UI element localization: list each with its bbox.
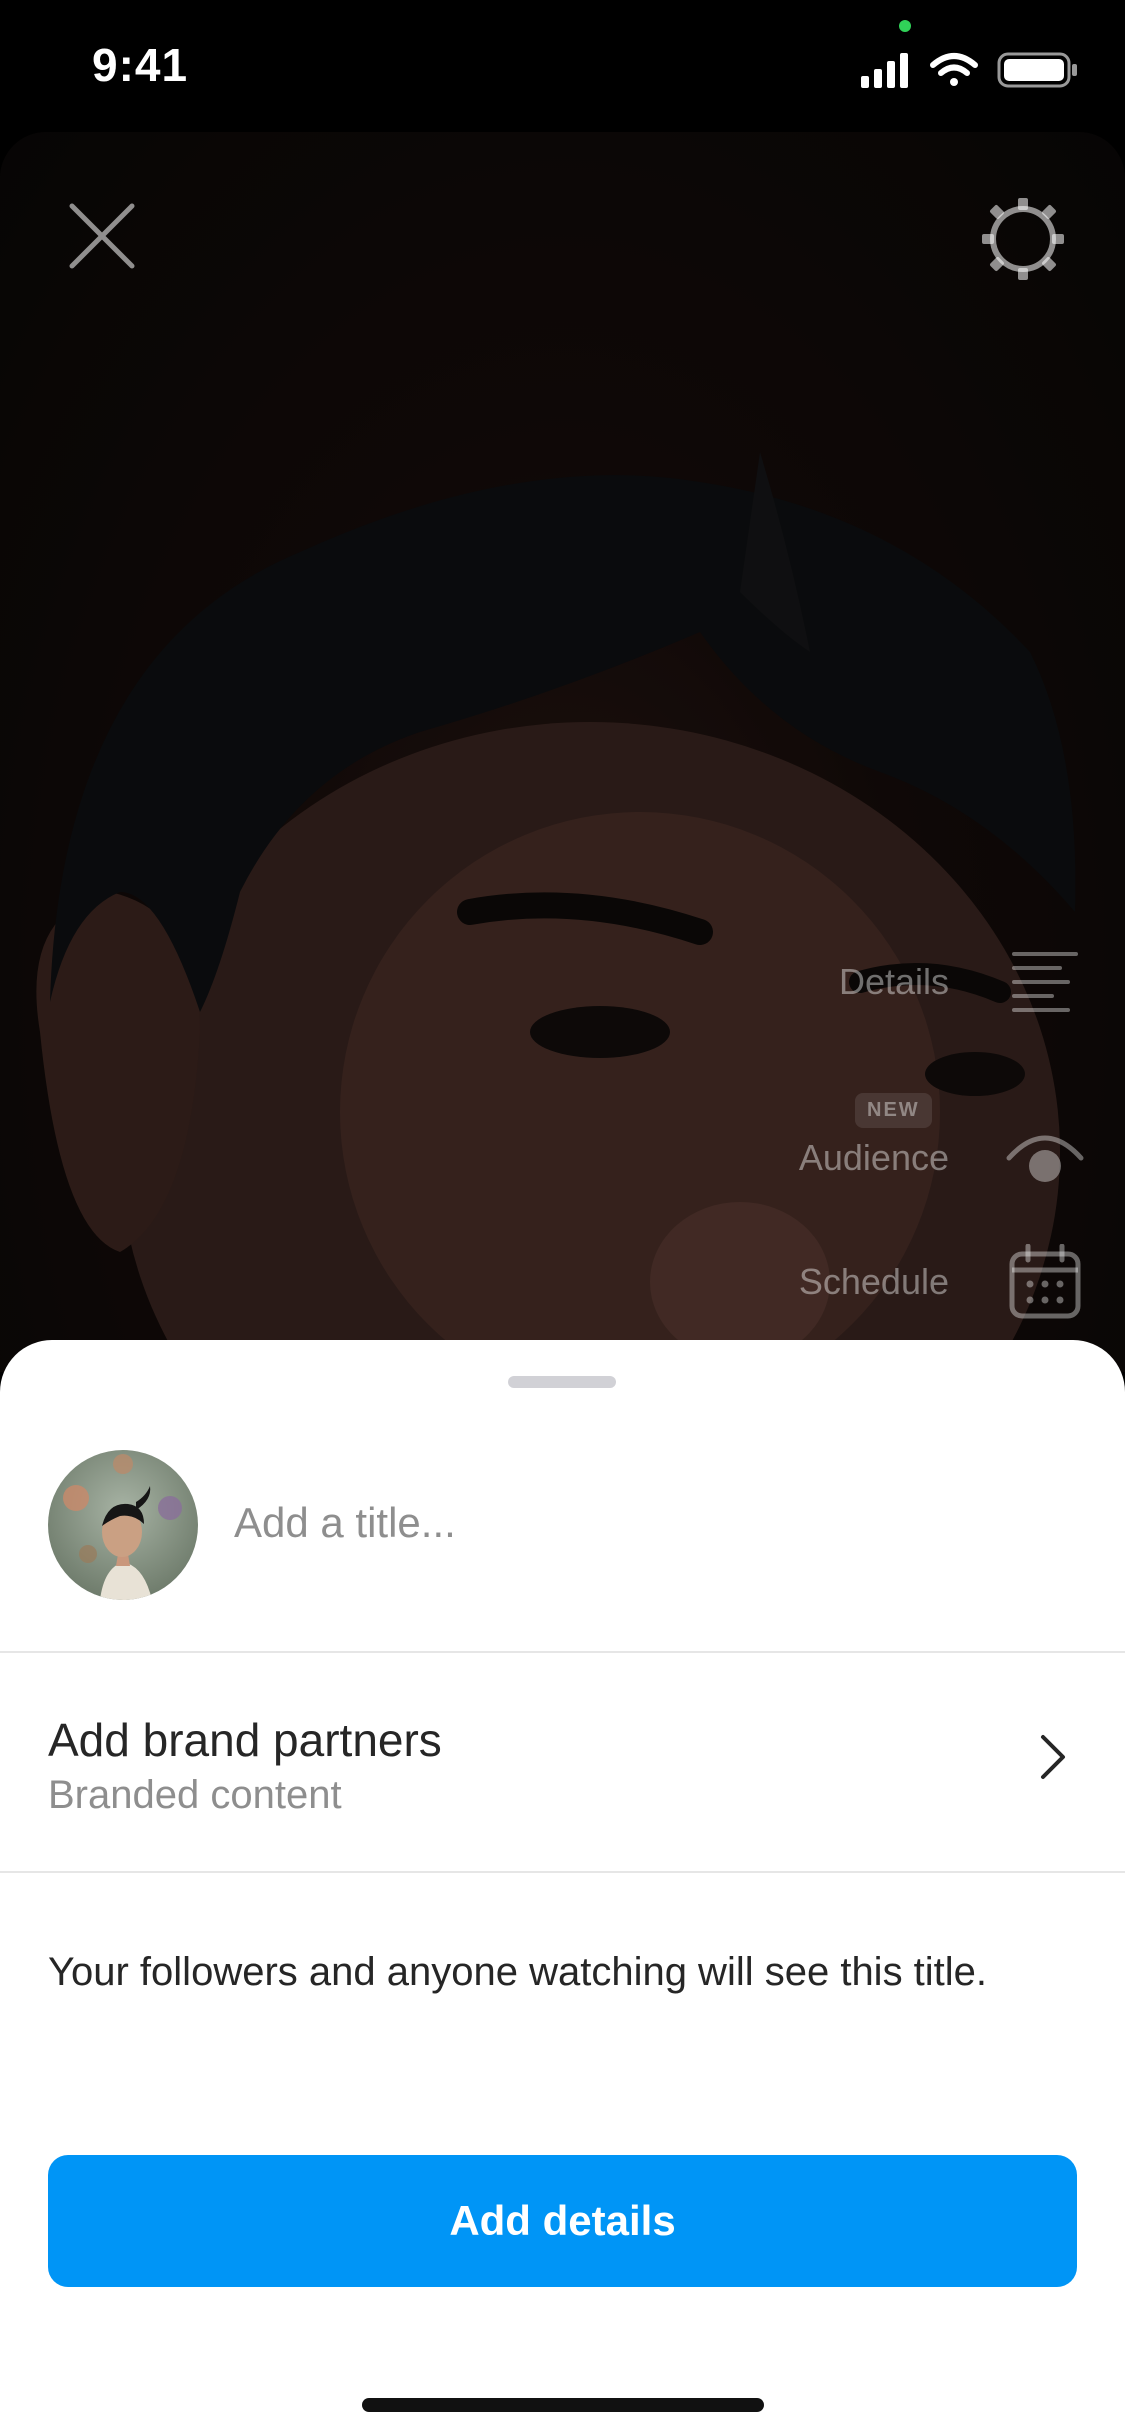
calendar-icon [1005, 1242, 1085, 1322]
gear-icon [982, 198, 1064, 280]
home-indicator[interactable] [362, 2398, 764, 2412]
camera-in-use-indicator [899, 20, 911, 32]
cellular-signal-icon [861, 53, 908, 88]
chevron-right-icon [1041, 1735, 1065, 1779]
brand-partners-subtitle: Branded content [48, 1773, 342, 1817]
avatar [48, 1450, 198, 1600]
side-menu-audience-label: Audience [798, 1137, 949, 1178]
title-input[interactable] [234, 1488, 1074, 1558]
side-menu-details[interactable]: Details [839, 942, 1085, 1022]
sheet-grabber[interactable] [508, 1376, 616, 1388]
add-brand-partners-row[interactable]: Add brand partners Branded content [0, 1653, 1125, 1871]
side-menu-audience[interactable]: Audience [799, 1118, 1085, 1198]
live-setup-screen: 9:41 Details NEW Audience Schedule Add a… [0, 0, 1125, 2436]
add-details-sheet: Add brand partners Branded content Your … [0, 1340, 1125, 2436]
brand-partners-title: Add brand partners [48, 1714, 442, 1766]
status-bar: 9:41 [0, 0, 1125, 132]
settings-button[interactable] [980, 196, 1066, 282]
status-icons [861, 50, 1081, 90]
close-icon [69, 203, 135, 269]
wifi-icon [930, 53, 978, 86]
status-time: 9:41 [92, 39, 189, 91]
side-menu-details-label: Details [838, 961, 949, 1002]
close-button[interactable] [64, 198, 140, 274]
side-menu-schedule[interactable]: Schedule [799, 1242, 1085, 1322]
title-visibility-info: Your followers and anyone watching will … [48, 1950, 988, 1994]
battery-icon [997, 52, 1077, 88]
divider [0, 1871, 1125, 1873]
side-menu-schedule-label: Schedule [798, 1261, 949, 1302]
audience-eye-icon [1005, 1118, 1085, 1198]
details-lines-icon [1005, 942, 1085, 1022]
add-details-button[interactable]: Add details [48, 2155, 1077, 2287]
